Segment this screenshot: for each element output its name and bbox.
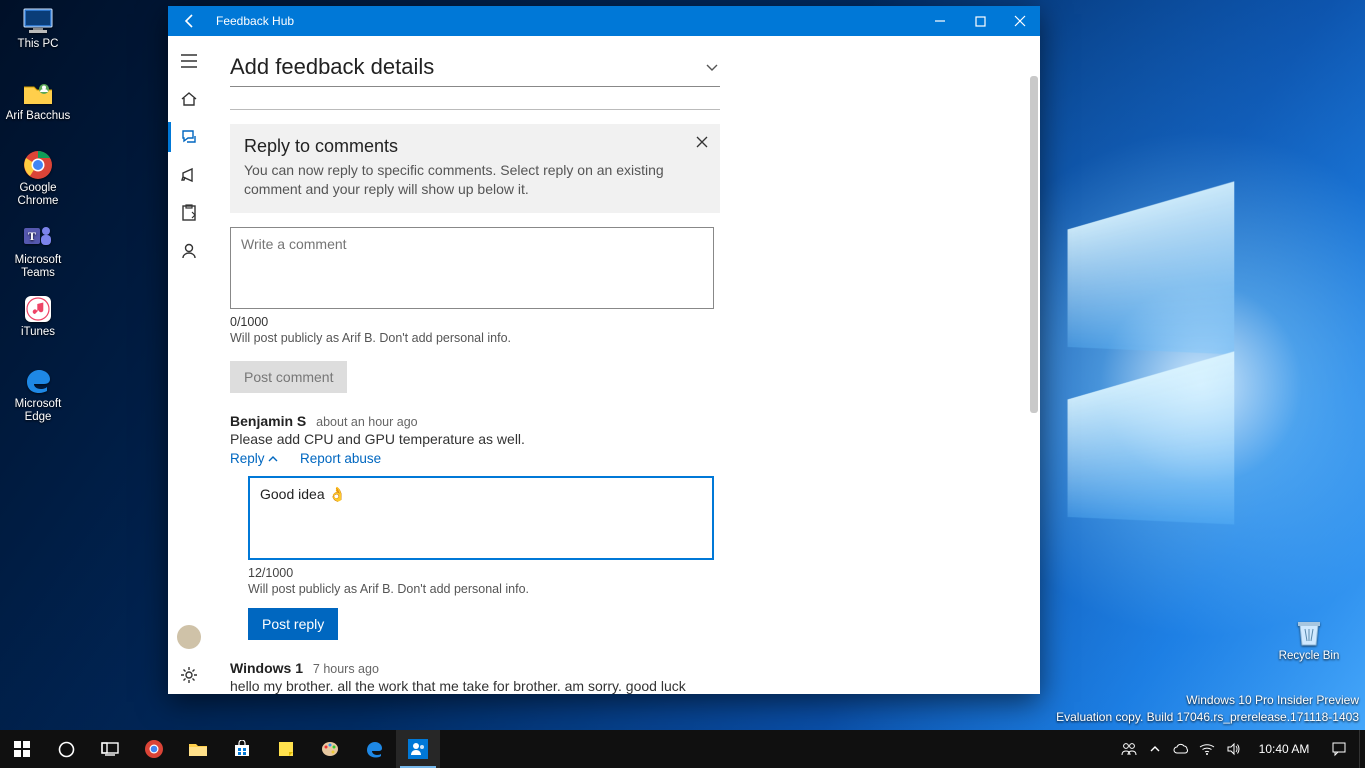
nav-profile[interactable] [168,232,210,270]
label: Microsoft Edge [15,398,62,424]
nav-rail [168,36,210,694]
circle-icon [58,741,75,758]
people-icon[interactable] [1121,742,1137,756]
action-center-button[interactable] [1319,730,1359,768]
taskbar: 10:40 AM [0,730,1365,768]
reply-block: 12/1000 Will post publicly as Arif B. Do… [248,476,714,640]
reply-hint: Will post publicly as Arif B. Don't add … [248,582,714,596]
reply-link[interactable]: Reply [230,451,278,466]
tray-expand-icon[interactable] [1147,744,1163,754]
comment-author: Benjamin S [230,413,306,429]
report-link[interactable]: Report abuse [300,451,381,466]
close-button[interactable] [1000,6,1040,36]
label: This PC [18,38,59,51]
label: Google Chrome [18,182,59,208]
taskbar-app-edge[interactable] [352,730,396,768]
scrollbar[interactable] [1030,76,1038,688]
feedback-icon [180,128,198,146]
desktop-icon-recycle-bin[interactable]: Recycle Bin [1271,614,1347,682]
avatar [177,625,201,649]
system-tray[interactable] [1113,730,1249,768]
reply-textarea[interactable] [248,476,714,560]
notification-icon [1331,741,1347,757]
comment: Windows 1 7 hours ago hello my brother. … [230,660,720,694]
comment-body: Please add CPU and GPU temperature as we… [230,431,720,447]
home-icon [180,90,198,108]
chevron-up-icon [268,455,278,463]
nav-announcements[interactable] [168,156,210,194]
gear-icon [180,666,198,684]
task-view-button[interactable] [88,730,132,768]
start-button[interactable] [0,730,44,768]
comment: Benjamin S about an hour ago Please add … [230,413,720,640]
label: Microsoft Teams [15,254,62,280]
desktop-icon-chrome[interactable]: Google Chrome [0,146,76,214]
titlebar[interactable]: Feedback Hub [168,6,1040,36]
megaphone-icon [180,166,198,184]
nav-account-avatar[interactable] [168,618,210,656]
desktop-icons: This PC Arif Bacchus Google Chrome T Mic… [0,2,80,434]
info-body: You can now reply to specific comments. … [244,161,684,199]
comment-hint: Will post publicly as Arif B. Don't add … [230,331,1012,345]
label: Arif Bacchus [6,110,71,123]
taskbar-app-explorer[interactable] [176,730,220,768]
minimize-button[interactable] [920,6,960,36]
task-view-icon [101,742,119,756]
comment-author: Windows 1 [230,660,303,676]
cortana-button[interactable] [44,730,88,768]
volume-icon[interactable] [1225,742,1241,756]
post-reply-button[interactable]: Post reply [248,608,338,640]
content-area: Add feedback details Reply to comments Y… [210,36,1040,694]
nav-quests[interactable] [168,194,210,232]
desktop-icon-user-folder[interactable]: Arif Bacchus [0,74,76,142]
desktop-icon-edge[interactable]: Microsoft Edge [0,362,76,430]
windows-watermark: Windows 10 Pro Insider Preview Evaluatio… [1056,692,1359,726]
info-title: Reply to comments [244,136,684,157]
label: Recycle Bin [1279,650,1340,663]
nav-hamburger[interactable] [168,42,210,80]
comment-textarea[interactable] [230,227,714,309]
chevron-down-icon[interactable] [704,59,720,75]
page-title: Add feedback details [230,54,704,80]
comment-time: 7 hours ago [313,662,379,676]
desktop-icon-itunes[interactable]: iTunes [0,290,76,358]
show-desktop-button[interactable] [1359,730,1365,768]
nav-feedback[interactable] [168,118,210,156]
windows-icon [14,741,30,757]
taskbar-app-store[interactable] [220,730,264,768]
taskbar-app-paint[interactable] [308,730,352,768]
nav-home[interactable] [168,80,210,118]
arrow-left-icon [182,13,198,29]
desktop-icon-this-pc[interactable]: This PC [0,2,76,70]
reply-counter: 12/1000 [248,566,714,580]
feedback-hub-window: Feedback Hub Add feedback details Re [168,6,1040,694]
info-callout: Reply to comments You can now reply to s… [230,124,720,213]
svg-text:T: T [28,229,36,243]
comment-body: hello my brother. all the work that me t… [230,678,720,694]
info-close-button[interactable] [692,132,712,152]
taskbar-clock[interactable]: 10:40 AM [1249,730,1319,768]
close-icon [696,136,708,148]
taskbar-app-sticky-notes[interactable] [264,730,308,768]
post-comment-button[interactable]: Post comment [230,361,347,393]
hamburger-icon [181,54,197,68]
maximize-button[interactable] [960,6,1000,36]
nav-settings[interactable] [168,656,210,694]
desktop-icon-teams[interactable]: T Microsoft Teams [0,218,76,286]
comment-counter: 0/1000 [230,315,1012,329]
window-title: Feedback Hub [212,6,920,36]
person-icon [180,242,198,260]
label: iTunes [21,326,55,339]
onedrive-icon[interactable] [1173,743,1189,755]
back-button[interactable] [168,6,212,36]
wifi-icon[interactable] [1199,743,1215,755]
clipboard-icon [180,204,198,222]
comment-time: about an hour ago [316,415,417,429]
taskbar-app-feedback-hub[interactable] [396,730,440,768]
taskbar-app-chrome[interactable] [132,730,176,768]
